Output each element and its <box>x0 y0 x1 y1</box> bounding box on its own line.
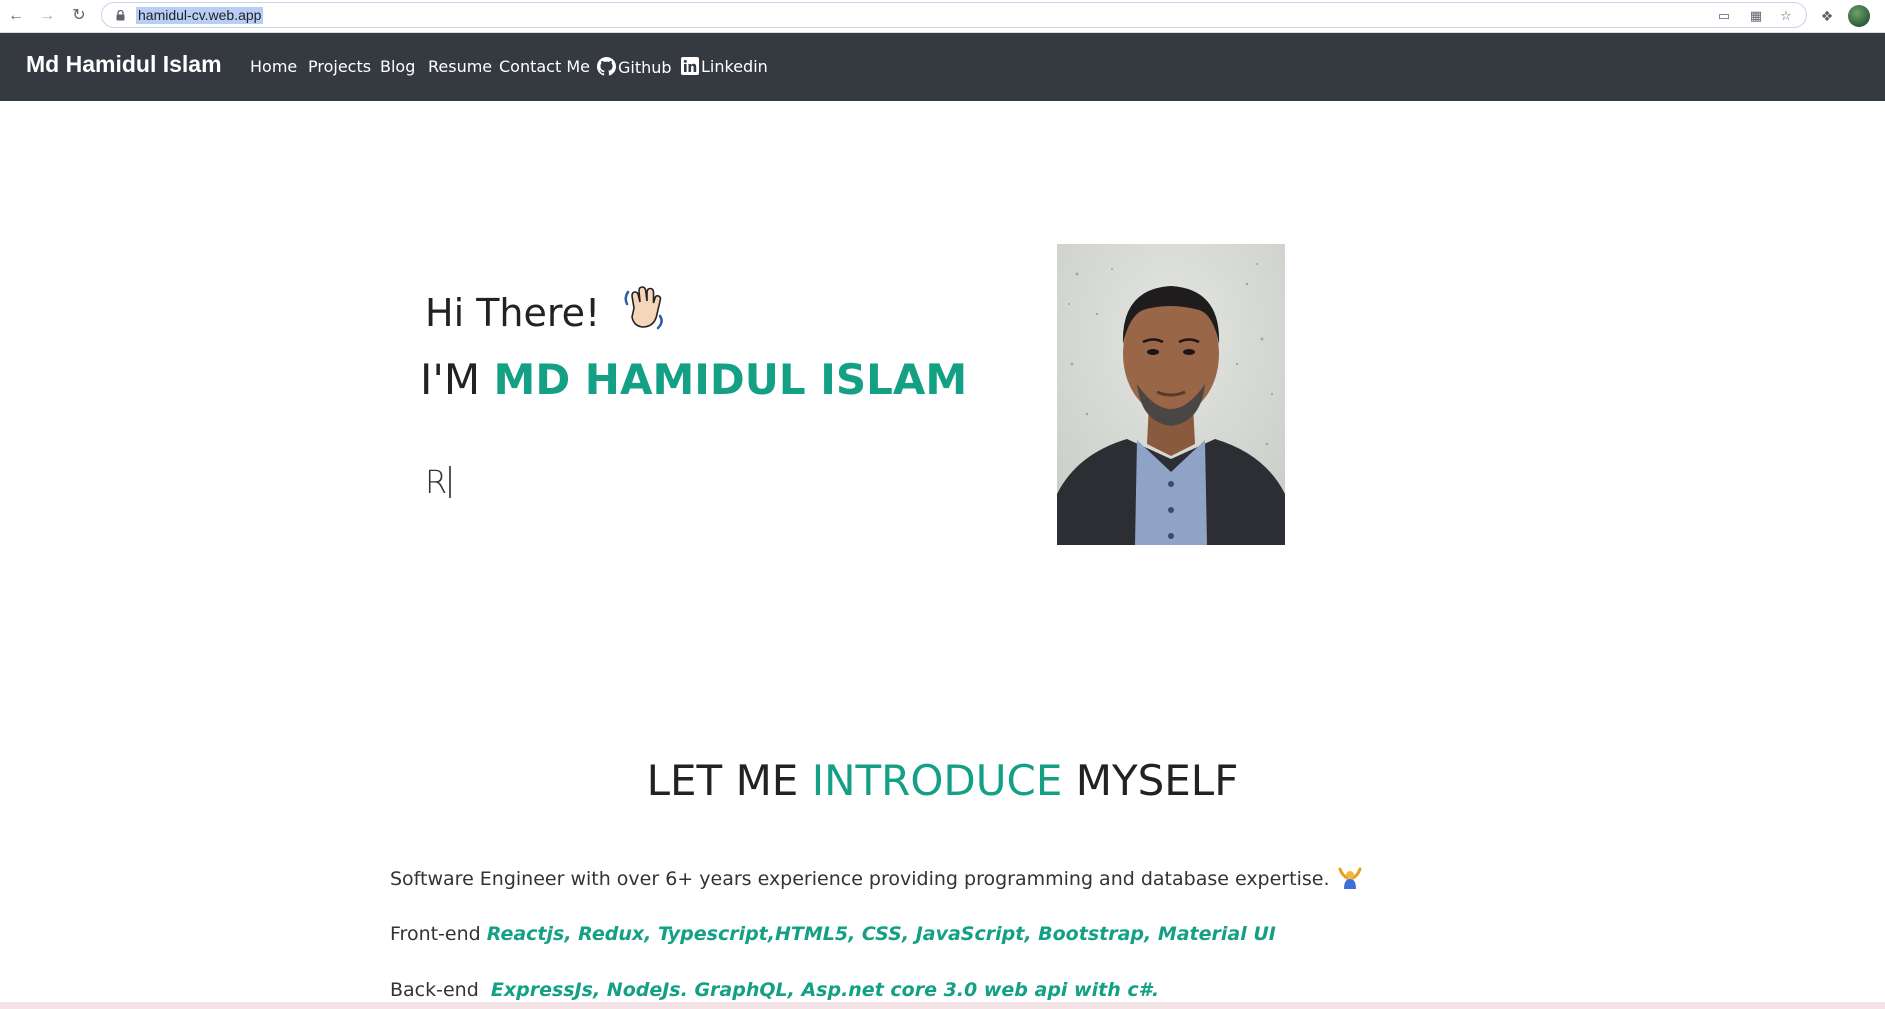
nav-contact-link[interactable]: Contact Me <box>499 57 590 76</box>
qr-code-icon[interactable]: ▦ <box>1747 7 1765 25</box>
nav-blog-link[interactable]: Blog <box>380 57 415 76</box>
nav-github-link[interactable]: Github <box>597 57 672 77</box>
reload-icon[interactable]: ↻ <box>68 5 90 27</box>
nav-linkedin-label: Linkedin <box>701 57 768 76</box>
nav-resume-link[interactable]: Resume <box>428 57 492 76</box>
waving-hand-icon <box>624 286 664 330</box>
url-text[interactable]: hamidul-cv.web.app <box>136 7 264 24</box>
intro-section-title: LET ME INTRODUCE MYSELF <box>0 756 1885 805</box>
profile-photo <box>1057 244 1285 545</box>
bookmark-star-icon[interactable]: ☆ <box>1777 7 1795 25</box>
frontend-skills: Reactjs, Redux, Typescript,HTML5, CSS, J… <box>486 923 1276 945</box>
frontend-skills-line: Front-end Reactjs, Redux, Typescript,HTM… <box>390 923 1276 945</box>
hero-intro-line: I'M MD HAMIDUL ISLAM <box>420 355 967 404</box>
address-bar[interactable]: hamidul-cv.web.app ▭ ▦ ☆ <box>101 2 1807 28</box>
typewriter-text: R <box>425 463 452 501</box>
nav-linkedin-link[interactable]: Linkedin <box>681 57 768 76</box>
intro-title-part1: LET ME <box>646 756 799 805</box>
linkedin-icon <box>681 57 699 75</box>
greeting-text: Hi There! <box>425 291 601 335</box>
intro-summary-text: Software Engineer with over 6+ years exp… <box>390 868 1330 890</box>
typewriter-cursor <box>449 466 452 498</box>
backend-skills: ExpressJs, NodeJs. GraphQL, Asp.net core… <box>490 979 1160 1001</box>
im-prefix: I'M <box>420 355 481 404</box>
extensions-puzzle-icon[interactable]: ❖ <box>1817 6 1837 26</box>
github-icon <box>597 57 616 76</box>
intro-title-part2: MYSELF <box>1075 756 1239 805</box>
hero-name: MD HAMIDUL ISLAM <box>493 355 968 404</box>
intro-title-accent: INTRODUCE <box>811 756 1063 805</box>
nav-home-link[interactable]: Home <box>250 57 297 76</box>
back-arrow-icon[interactable]: ← <box>5 5 27 27</box>
nav-projects-link[interactable]: Projects <box>308 57 371 76</box>
intro-summary: Software Engineer with over 6+ years exp… <box>390 867 1362 890</box>
cast-icon[interactable]: ▭ <box>1715 7 1733 25</box>
frontend-label: Front-end <box>390 923 481 945</box>
browser-toolbar: ← → ↻ hamidul-cv.web.app ▭ ▦ ☆ ❖ <box>0 0 1885 33</box>
browser-profile-avatar[interactable] <box>1848 5 1870 27</box>
brand-logo[interactable]: Md Hamidul Islam <box>26 51 222 78</box>
backend-label: Back-end <box>390 979 479 1001</box>
person-raising-hands-icon <box>1338 867 1362 889</box>
bottom-edge-strip <box>0 1002 1885 1009</box>
forward-arrow-icon[interactable]: → <box>36 5 58 27</box>
lock-icon <box>116 10 125 21</box>
nav-github-label: Github <box>618 58 672 77</box>
backend-skills-line: Back-end ExpressJs, NodeJs. GraphQL, Asp… <box>390 979 1159 1001</box>
site-navbar: Md Hamidul Islam Home Projects Blog Resu… <box>0 33 1885 101</box>
hero-greeting: Hi There! <box>425 286 666 335</box>
typed-text: R <box>425 463 448 501</box>
